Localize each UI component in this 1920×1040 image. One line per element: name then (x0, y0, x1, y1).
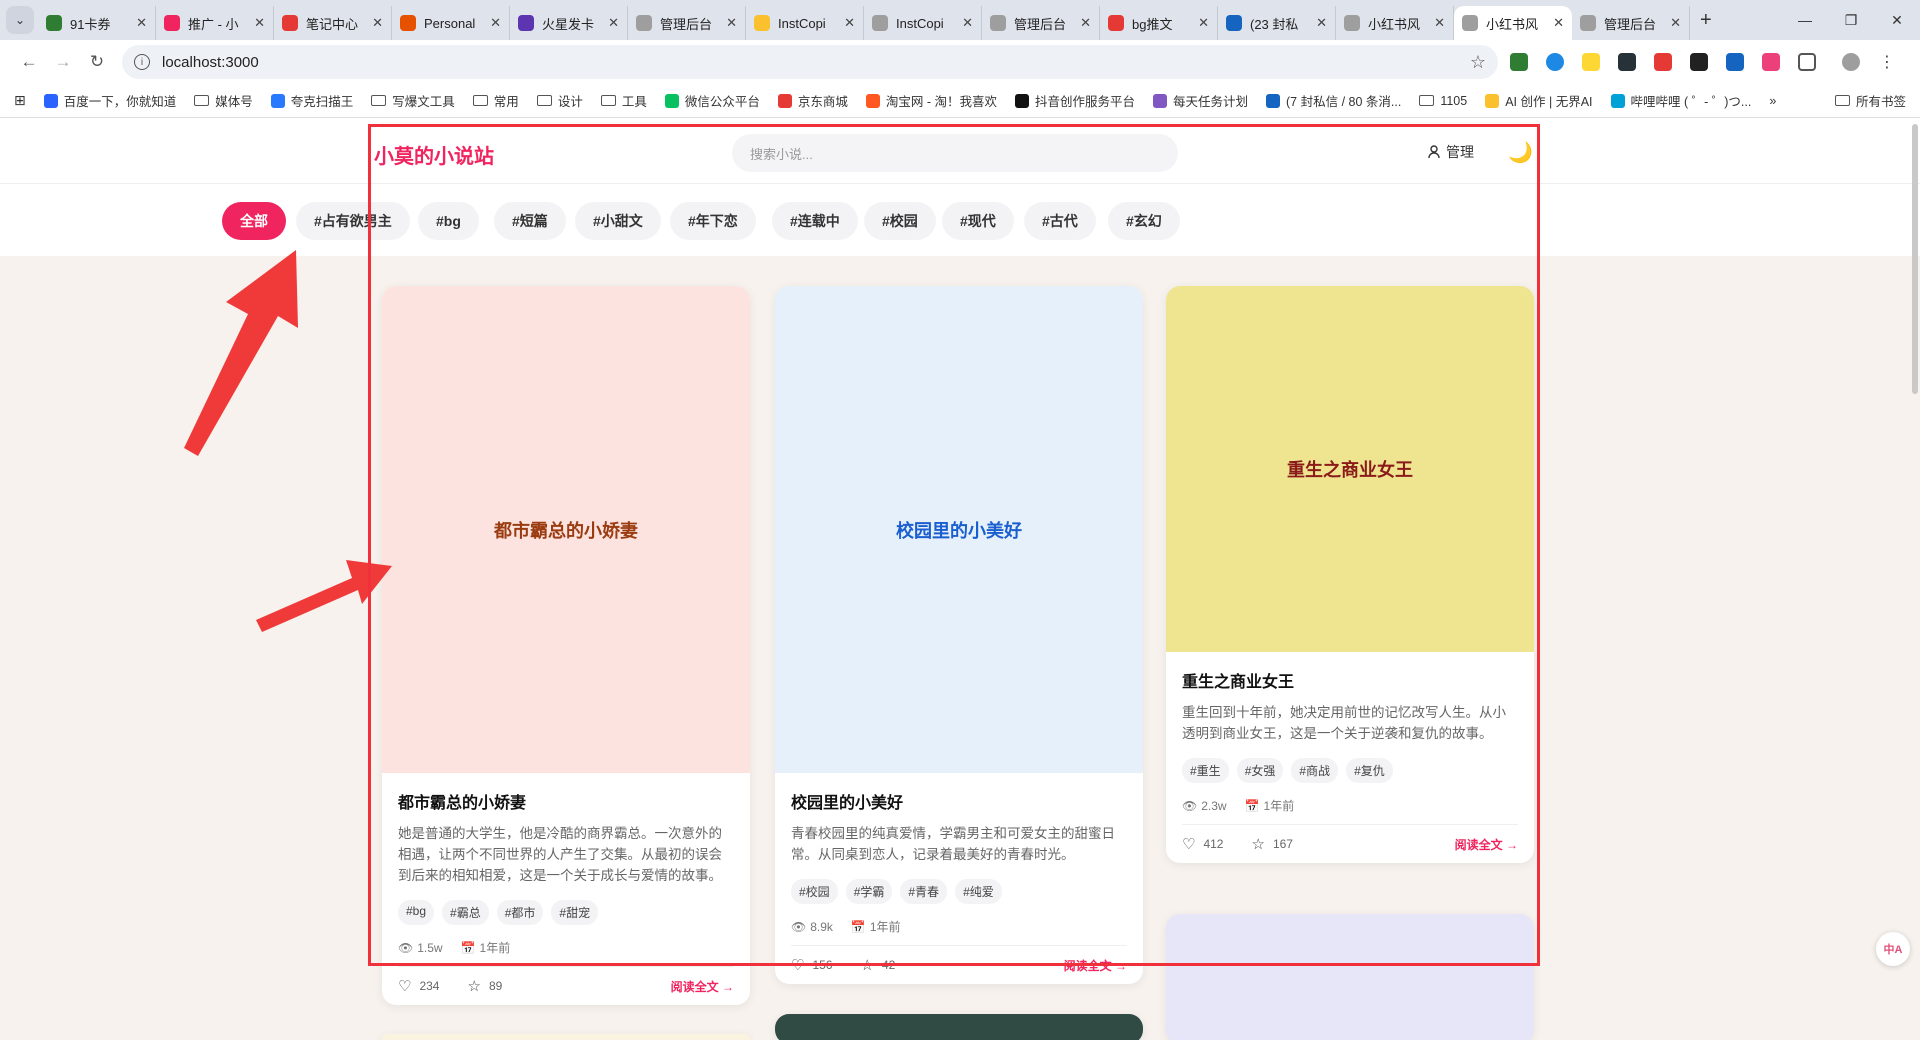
page-scrollbar[interactable] (1912, 124, 1918, 394)
annotation-arrow-right (256, 560, 392, 632)
annotation-arrow-up (184, 250, 298, 456)
translate-float-icon[interactable]: 中A (1876, 932, 1910, 966)
annotation-overlay (184, 250, 392, 632)
